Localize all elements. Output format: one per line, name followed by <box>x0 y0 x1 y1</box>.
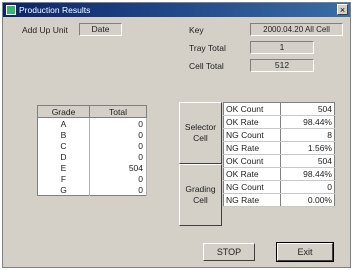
stat-key: NG Rate <box>223 141 281 155</box>
cell-stats-panel: Selector Cell Grading Cell OK Count 504 O… <box>179 102 337 226</box>
stat-value: 0.00% <box>280 193 335 207</box>
stat-key: OK Count <box>223 102 281 116</box>
grade-cell: D <box>37 151 90 162</box>
tray-total-label: Tray Total <box>189 43 226 53</box>
grade-table: Grade Total A0 B0 C0 D0 E 504 F0 G0 <box>37 105 147 196</box>
production-results-window: Production Results × Add Up Unit Date Ke… <box>2 2 351 268</box>
total-cell: 0 <box>89 140 147 151</box>
add-up-unit-label: Add Up Unit <box>22 25 68 35</box>
grade-cell: B <box>37 129 90 140</box>
stat-value: 0 <box>280 180 335 194</box>
app-icon <box>6 5 16 15</box>
stat-value: 8 <box>280 128 335 142</box>
table-row: OK Count 504 <box>223 154 335 168</box>
add-up-unit-field[interactable]: Date <box>79 23 122 36</box>
grade-cell: G <box>37 184 90 196</box>
selector-cell-button[interactable]: Selector Cell <box>179 102 222 164</box>
cell-stats-table: OK Count 504 OK Rate 98.44% NG Count 8 NG R… <box>223 102 335 207</box>
stat-key: NG Count <box>223 180 281 194</box>
table-row: NG Rate 0.00% <box>223 193 335 207</box>
selector-cell-label: Selector Cell <box>184 122 217 143</box>
stat-key: NG Count <box>223 128 281 142</box>
table-row: NG Count 0 <box>223 180 335 194</box>
close-button[interactable]: × <box>337 4 348 15</box>
stat-key: NG Rate <box>223 193 281 207</box>
table-row[interactable]: B0 <box>37 129 147 140</box>
grade-column-header[interactable]: Grade <box>37 105 90 118</box>
title-bar[interactable]: Production Results × <box>3 3 350 17</box>
table-row: NG Rate 1.56% <box>223 141 335 155</box>
table-row[interactable]: C0 <box>37 140 147 151</box>
key-label: Key <box>189 25 204 35</box>
cell-total-label: Cell Total <box>189 61 224 71</box>
total-cell: 0 <box>89 129 147 140</box>
stat-value: 504 <box>280 154 335 168</box>
stat-value: 98.44% <box>280 167 335 181</box>
total-cell: 0 <box>89 184 147 196</box>
cell-total-field[interactable]: 512 <box>250 59 314 72</box>
grading-cell-button[interactable]: Grading Cell <box>179 164 222 226</box>
table-row: OK Count 504 <box>223 102 335 116</box>
window-title: Production Results <box>19 5 91 15</box>
table-row: OK Rate 98.44% <box>223 167 335 181</box>
table-row[interactable]: D0 <box>37 151 147 162</box>
total-column-header[interactable]: Total <box>89 105 147 118</box>
grade-cell: E <box>37 162 90 173</box>
exit-button[interactable]: Exit <box>276 242 334 262</box>
table-row[interactable]: E 504 <box>37 162 147 173</box>
stat-key: OK Count <box>223 154 281 168</box>
total-cell: 0 <box>89 117 147 129</box>
stat-key: OK Rate <box>223 115 281 129</box>
stop-button[interactable]: STOP <box>203 243 255 261</box>
stat-key: OK Rate <box>223 167 281 181</box>
grade-cell: A <box>37 117 90 129</box>
stat-value: 504 <box>280 102 335 116</box>
tray-total-field[interactable]: 1 <box>250 41 314 54</box>
total-cell: 0 <box>89 151 147 162</box>
stat-value: 98.44% <box>280 115 335 129</box>
table-row[interactable]: G0 <box>37 184 147 196</box>
grading-cell-label: Grading Cell <box>185 184 216 205</box>
grade-cell: C <box>37 140 90 151</box>
total-cell: 504 <box>89 162 147 173</box>
table-row[interactable]: A0 <box>37 117 147 129</box>
table-row[interactable]: F0 <box>37 173 147 184</box>
grade-cell: F <box>37 173 90 184</box>
total-cell: 0 <box>89 173 147 184</box>
key-field[interactable]: 2000.04.20 All Cell <box>250 23 343 36</box>
table-row: OK Rate 98.44% <box>223 115 335 129</box>
stat-value: 1.56% <box>280 141 335 155</box>
table-row: NG Count 8 <box>223 128 335 142</box>
